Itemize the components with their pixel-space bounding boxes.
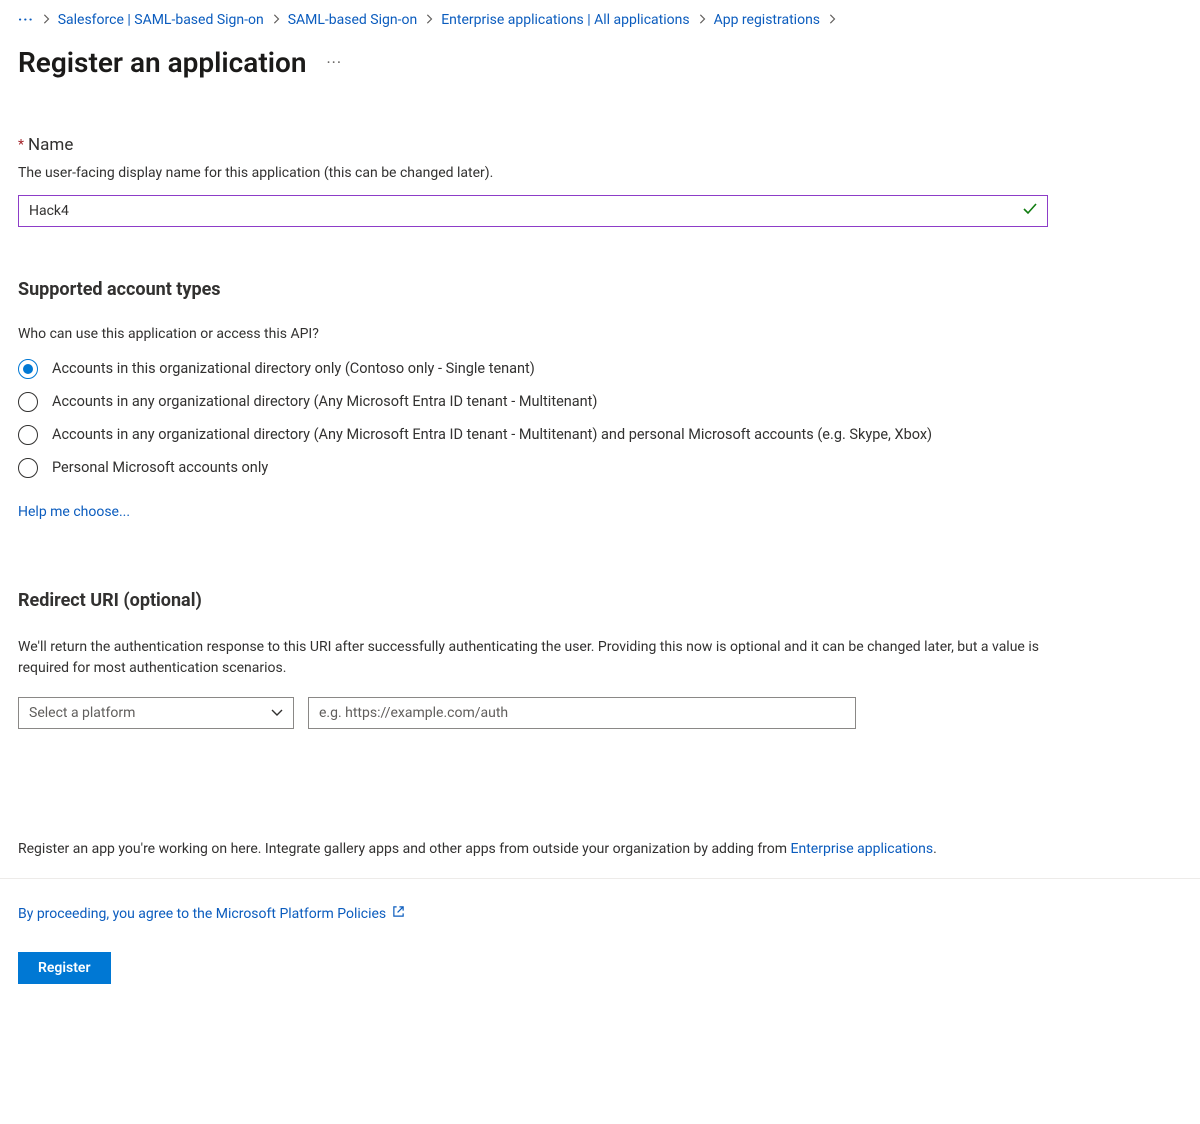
breadcrumb-item[interactable]: Enterprise applications | All applicatio… [441,12,689,28]
chevron-right-icon [272,13,280,27]
chevron-down-icon [271,705,283,721]
radio-option-single-tenant[interactable]: Accounts in this organizational director… [18,358,1182,379]
chevron-right-icon [698,13,706,27]
chevron-right-icon [828,13,836,27]
radio-icon [18,458,38,478]
breadcrumb-overflow[interactable]: ··· [18,12,34,28]
radio-icon [18,425,38,445]
breadcrumb-item[interactable]: Salesforce | SAML-based Sign-on [58,12,264,28]
platform-select[interactable]: Select a platform [18,697,294,729]
footer-note-prefix: Register an app you're working on here. … [18,841,791,857]
account-types-radio-group: Accounts in this organizational director… [18,358,1182,478]
radio-icon [18,392,38,412]
name-field-help: The user-facing display name for this ap… [18,165,1182,181]
radio-option-multitenant[interactable]: Accounts in any organizational directory… [18,391,1182,412]
account-types-question: Who can use this application or access t… [18,326,1182,342]
help-me-choose-link[interactable]: Help me choose... [18,504,130,520]
redirect-uri-title: Redirect URI (optional) [18,590,1182,611]
policies-link[interactable]: By proceeding, you agree to the Microsof… [18,906,386,922]
page-title-row: Register an application ··· [18,46,1182,79]
radio-label: Accounts in this organizational director… [52,358,535,379]
redirect-uri-row: Select a platform [18,697,1182,729]
divider [0,878,1200,879]
redirect-uri-description: We'll return the authentication response… [18,637,1058,679]
breadcrumb-item[interactable]: App registrations [714,12,820,28]
footer-note: Register an app you're working on here. … [18,839,1182,860]
check-icon [1022,201,1038,221]
footer-note-suffix: . [933,841,937,857]
required-star-icon: * [18,137,24,153]
redirect-uri-input[interactable] [308,697,856,729]
name-input-wrap [18,195,1048,227]
radio-label: Accounts in any organizational directory… [52,424,932,445]
breadcrumb: ··· Salesforce | SAML-based Sign-on SAML… [18,12,1182,28]
policies-row: By proceeding, you agree to the Microsof… [18,905,1182,922]
more-icon[interactable]: ··· [327,53,343,72]
chevron-right-icon [42,13,50,27]
register-button[interactable]: Register [18,952,111,984]
radio-icon [18,359,38,379]
radio-option-multitenant-personal[interactable]: Accounts in any organizational directory… [18,424,1182,445]
platform-select-placeholder: Select a platform [29,705,135,721]
account-types-title: Supported account types [18,279,1182,300]
page-title: Register an application [18,46,307,79]
name-field-label: Name [28,135,73,155]
name-input[interactable] [18,195,1048,227]
chevron-right-icon [425,13,433,27]
radio-label: Personal Microsoft accounts only [52,457,268,478]
external-link-icon [392,905,405,922]
radio-label: Accounts in any organizational directory… [52,391,597,412]
enterprise-applications-link[interactable]: Enterprise applications [791,841,934,857]
radio-option-personal-only[interactable]: Personal Microsoft accounts only [18,457,1182,478]
name-label-row: * Name [18,135,1182,155]
breadcrumb-item[interactable]: SAML-based Sign-on [288,12,417,28]
